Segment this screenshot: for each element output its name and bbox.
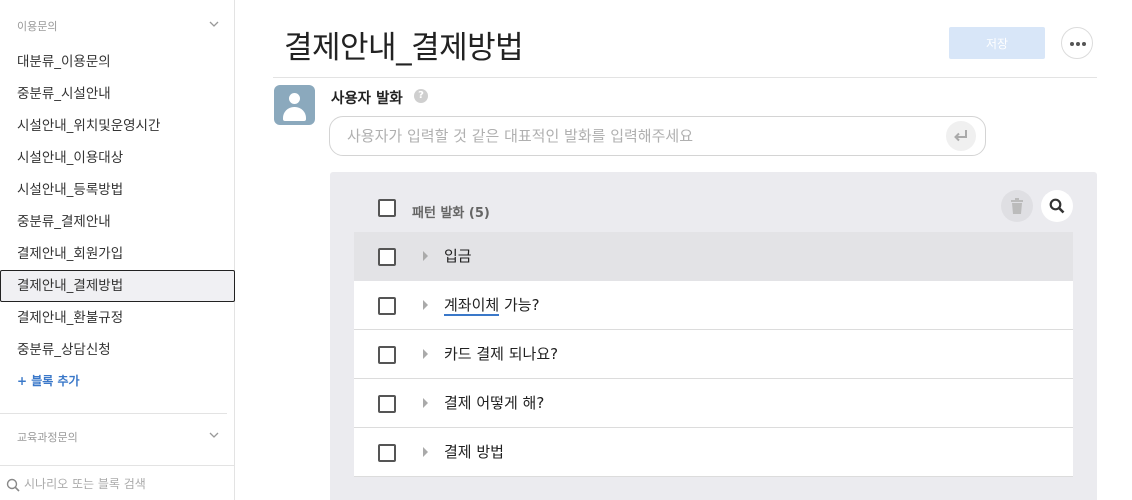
- chevron-down-icon[interactable]: [209, 19, 219, 29]
- sidebar-item[interactable]: 중분류_상담신청: [0, 334, 235, 366]
- pattern-text: 카드 결제 되나요?: [444, 345, 559, 363]
- group-title: 교육과정문의: [17, 431, 78, 444]
- pattern-row[interactable]: 입금: [354, 232, 1073, 281]
- utterance-input-box: [329, 116, 986, 156]
- enter-icon[interactable]: [946, 121, 976, 151]
- group-header-inquiry[interactable]: 이용문의: [0, 9, 235, 43]
- user-avatar-icon: [274, 85, 315, 125]
- expand-arrow-icon[interactable]: [423, 447, 428, 457]
- pattern-text-rest: 가능?: [499, 296, 540, 314]
- expand-arrow-icon[interactable]: [423, 300, 428, 310]
- pattern-text: 계좌이체 가능?: [444, 294, 540, 316]
- pattern-row[interactable]: 카드 결제 되나요?: [354, 330, 1073, 379]
- sidebar: 이용문의 대분류_이용문의 중분류_시설안내 시설안내_위치및운영시간 시설안내…: [0, 0, 235, 500]
- pattern-title: 패턴 발화 (5): [412, 206, 490, 221]
- expand-arrow-icon[interactable]: [423, 349, 428, 359]
- sidebar-item[interactable]: 중분류_결제안내: [0, 206, 235, 238]
- sidebar-item[interactable]: 중분류_시설안내: [0, 78, 235, 110]
- group-title: 이용문의: [17, 20, 58, 33]
- title-divider: [273, 77, 1097, 78]
- page-title: 결제안내_결제방법: [284, 30, 524, 66]
- scenario-search-input[interactable]: [24, 474, 224, 494]
- sidebar-search: [0, 465, 235, 500]
- search-icon[interactable]: [1041, 190, 1073, 222]
- sidebar-item-active[interactable]: 결제안내_결제방법: [0, 270, 235, 302]
- trash-icon[interactable]: [1001, 190, 1033, 222]
- pattern-text: 결제 방법: [444, 443, 504, 461]
- sidebar-item[interactable]: 결제안내_환불규정: [0, 302, 235, 334]
- entity-highlight[interactable]: 계좌이체: [444, 296, 500, 316]
- sidebar-item[interactable]: 시설안내_위치및운영시간: [0, 110, 235, 142]
- pattern-text: 결제 어떻게 해?: [444, 394, 545, 412]
- pattern-header: 패턴 발화 (5): [354, 190, 1074, 230]
- group-header-courses[interactable]: 교육과정문의: [0, 420, 235, 454]
- sidebar-divider: [0, 413, 227, 414]
- row-checkbox[interactable]: [378, 248, 396, 266]
- chevron-down-icon[interactable]: [209, 430, 219, 440]
- pattern-row[interactable]: 결제 어떻게 해?: [354, 379, 1073, 428]
- add-block-link[interactable]: + 블록 추가: [17, 372, 80, 389]
- user-utterance-label: 사용자 발화: [331, 91, 403, 107]
- more-icon[interactable]: [1061, 27, 1093, 59]
- expand-arrow-icon[interactable]: [423, 251, 428, 261]
- row-checkbox[interactable]: [378, 297, 396, 315]
- row-checkbox[interactable]: [378, 346, 396, 364]
- sidebar-item[interactable]: 시설안내_등록방법: [0, 174, 235, 206]
- row-checkbox[interactable]: [378, 395, 396, 413]
- search-icon: [6, 477, 20, 496]
- pattern-row[interactable]: 계좌이체 가능?: [354, 281, 1073, 330]
- row-checkbox[interactable]: [378, 444, 396, 462]
- sidebar-list: 대분류_이용문의 중분류_시설안내 시설안내_위치및운영시간 시설안내_이용대상…: [0, 46, 235, 366]
- pattern-panel: 패턴 발화 (5) 입금 계좌이체 가능? 카드 결제 되나요? 결제 어떻게 …: [330, 172, 1097, 500]
- sidebar-item[interactable]: 시설안내_이용대상: [0, 142, 235, 174]
- sidebar-item[interactable]: 대분류_이용문의: [0, 46, 235, 78]
- expand-arrow-icon[interactable]: [423, 398, 428, 408]
- help-icon[interactable]: ?: [414, 89, 428, 103]
- pattern-row[interactable]: 결제 방법: [354, 428, 1073, 477]
- utterance-input[interactable]: [347, 125, 937, 147]
- save-button[interactable]: 저장: [949, 27, 1045, 59]
- select-all-checkbox[interactable]: [378, 199, 396, 217]
- pattern-text: 입금: [444, 247, 472, 265]
- sidebar-item[interactable]: 결제안내_회원가입: [0, 238, 235, 270]
